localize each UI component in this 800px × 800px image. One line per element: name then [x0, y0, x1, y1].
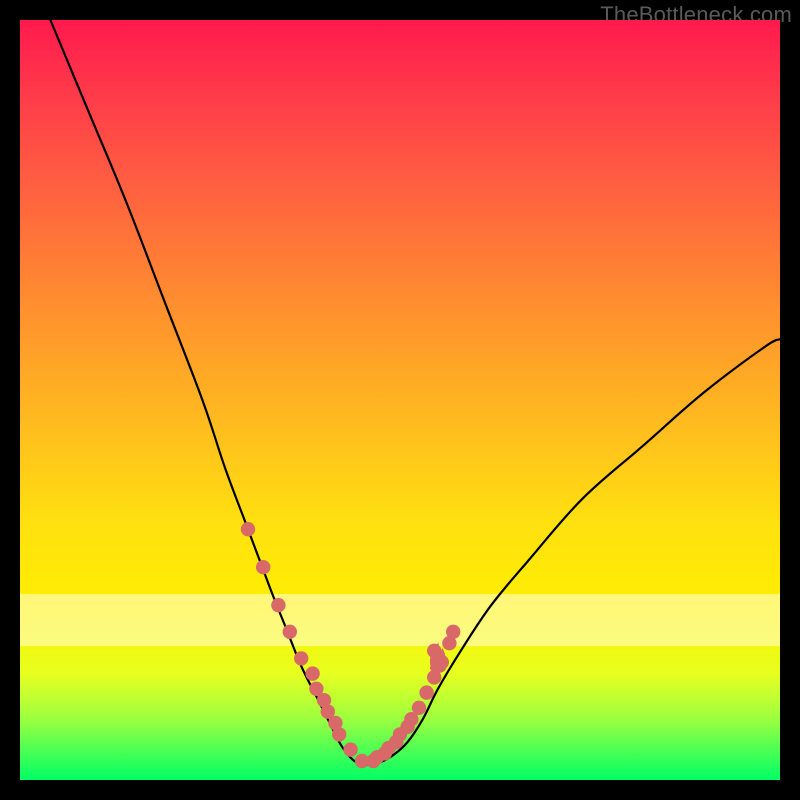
data-point: [381, 741, 395, 755]
curve-right-branch: [362, 339, 780, 765]
data-point: [283, 625, 297, 639]
data-point: [404, 712, 418, 726]
data-point: [328, 716, 342, 730]
data-point: [393, 727, 407, 741]
data-point: [294, 651, 308, 665]
flame-base: [430, 663, 446, 673]
data-point: [343, 742, 357, 756]
plot-area: [20, 20, 780, 780]
outer-frame: TheBottleneck.com: [0, 0, 800, 800]
chart-svg: [20, 20, 780, 780]
data-point: [271, 598, 285, 612]
curve-left-branch: [50, 20, 362, 765]
data-point: [241, 522, 255, 536]
data-point: [305, 666, 319, 680]
data-point: [317, 693, 331, 707]
marker-group: [241, 522, 461, 768]
curve-group: [50, 20, 780, 765]
data-point: [256, 560, 270, 574]
data-point: [419, 685, 433, 699]
data-point: [370, 750, 384, 764]
data-point: [446, 625, 460, 639]
